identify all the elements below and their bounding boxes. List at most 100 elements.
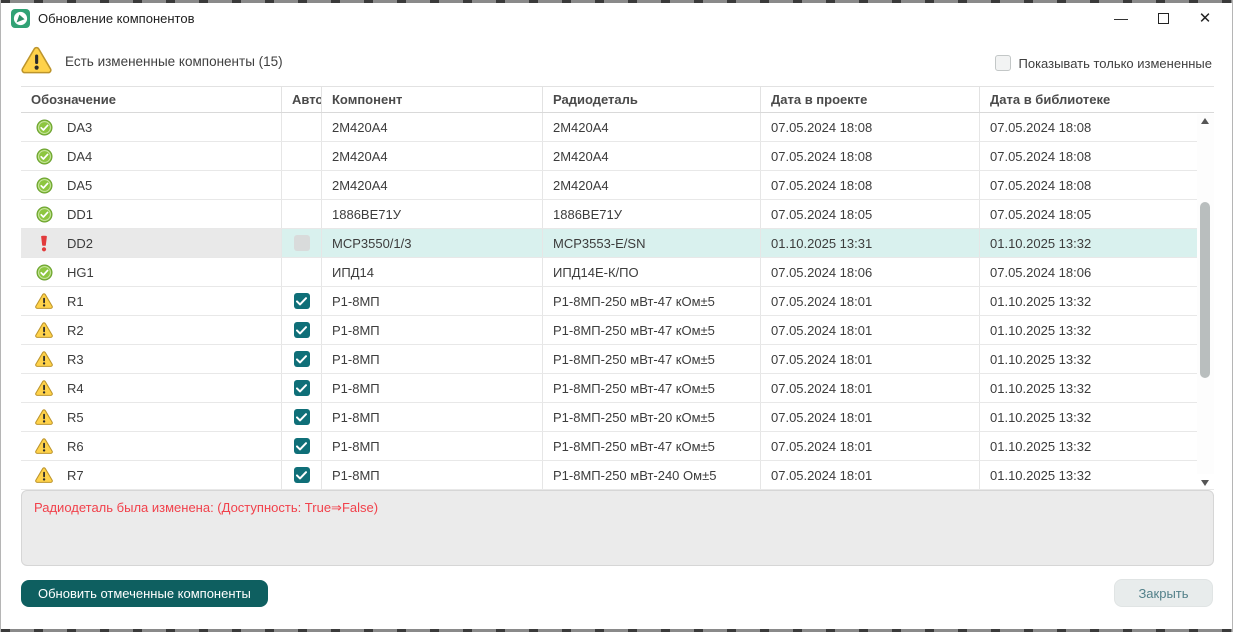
date-library-cell: 01.10.2025 13:32 <box>990 409 1092 425</box>
table-row[interactable]: R3 Р1-8МП Р1-8МП-250 мВт-47 кОм±5 07.05.202… <box>21 345 1214 374</box>
status-warning-icon <box>35 321 53 339</box>
change-details-panel: Радиодеталь была изменена: (Доступность:… <box>21 490 1214 566</box>
filter-label: Показывать только измененные <box>1018 55 1213 71</box>
col-part[interactable]: Радиодеталь <box>543 87 761 112</box>
designator-cell: DA4 <box>21 142 282 170</box>
designator-label: R1 <box>67 293 84 309</box>
date-library-cell: 01.10.2025 13:32 <box>990 293 1092 309</box>
table-row[interactable]: R7 Р1-8МП Р1-8МП-250 мВт-240 Ом±5 07.05.202… <box>21 461 1214 490</box>
close-button[interactable]: Закрыть <box>1114 579 1213 607</box>
table-row[interactable]: R2 Р1-8МП Р1-8МП-250 мВт-47 кОм±5 07.05.202… <box>21 316 1214 345</box>
date-library-cell: 01.10.2025 13:32 <box>980 229 1214 257</box>
update-selected-button[interactable]: Обновить отмеченные компоненты <box>21 580 268 607</box>
date-library-cell: 01.10.2025 13:32 <box>990 438 1092 454</box>
table-row[interactable]: R1 Р1-8МП Р1-8МП-250 мВт-47 кОм±5 07.05.202… <box>21 287 1214 316</box>
component-cell: 2M420A4 <box>322 142 543 170</box>
date-project-cell: 07.05.2024 18:01 <box>761 403 980 431</box>
changed-components-alert: Есть измененные компоненты (15) <box>21 46 283 77</box>
col-designator[interactable]: Обозначение <box>21 87 282 112</box>
auto-checkbox[interactable] <box>293 409 310 425</box>
date-project-cell: 01.10.2025 13:31 <box>761 229 980 257</box>
date-project-cell: 07.05.2024 18:01 <box>761 374 980 402</box>
change-message: Радиодеталь была изменена: (Доступность:… <box>34 500 379 515</box>
date-library-cell: 07.05.2024 18:08 <box>990 148 1092 164</box>
auto-checkbox[interactable] <box>293 322 310 338</box>
designator-label: DD1 <box>67 206 94 222</box>
table-row[interactable]: R5 Р1-8МП Р1-8МП-250 мВт-20 кОм±5 07.05.202… <box>21 403 1214 432</box>
minimize-icon[interactable]: — <box>1100 4 1142 32</box>
table-header: Обозначение Авто Компонент Радиодеталь Д… <box>21 87 1214 113</box>
col-date-project[interactable]: Дата в проекте <box>761 87 980 112</box>
table-row[interactable]: DD2 MCP3550/1/3 MCP3553-E/SN 01.10.2025 13:… <box>21 229 1214 258</box>
status-ok-icon <box>35 118 53 136</box>
designator-label: R7 <box>67 467 84 483</box>
table-row[interactable]: DA4 2M420A4 2M420A4 07.05.2024 18:08 07.05.2… <box>21 142 1214 171</box>
alert-text: Есть измененные компоненты (15) <box>65 54 283 69</box>
auto-cell <box>282 432 322 460</box>
scroll-down-icon[interactable] <box>1201 480 1209 486</box>
auto-checkbox[interactable] <box>293 467 310 483</box>
auto-checkbox[interactable] <box>293 351 310 367</box>
scrollbar-thumb[interactable] <box>1200 202 1210 378</box>
status-ok-icon <box>35 147 53 165</box>
col-date-library[interactable]: Дата в библиотеке <box>980 87 1214 112</box>
designator-cell: DA5 <box>21 171 282 199</box>
col-auto[interactable]: Авто <box>282 87 322 112</box>
table-row[interactable]: DD1 1886ВЕ71У 1886ВЕ71У 07.05.2024 18:05 07.… <box>21 200 1214 229</box>
show-only-changed-filter[interactable]: Показывать только измененные <box>994 55 1213 71</box>
auto-cell <box>282 461 322 489</box>
auto-cell <box>282 287 322 315</box>
designator-label: DA5 <box>67 177 93 193</box>
auto-cell <box>282 316 322 344</box>
designator-cell: DD2 <box>21 229 282 257</box>
status-warning-icon <box>35 437 53 455</box>
part-cell: Р1-8МП-250 мВт-47 кОм±5 <box>543 374 761 402</box>
col-component[interactable]: Компонент <box>322 87 543 112</box>
vertical-scrollbar[interactable] <box>1197 114 1214 486</box>
status-warning-icon <box>35 408 53 426</box>
auto-cell <box>282 142 322 170</box>
table-row[interactable]: R4 Р1-8МП Р1-8МП-250 мВт-47 кОм±5 07.05.202… <box>21 374 1214 403</box>
filter-checkbox[interactable] <box>994 55 1011 71</box>
close-icon[interactable]: ✕ <box>1184 4 1226 32</box>
title-bar: Обновление компонентов — ✕ <box>1 3 1232 33</box>
date-project-cell: 07.05.2024 18:06 <box>761 258 980 286</box>
date-project-cell: 07.05.2024 18:08 <box>761 171 980 199</box>
table-row[interactable]: DA5 2M420A4 2M420A4 07.05.2024 18:08 07.05.2… <box>21 171 1214 200</box>
designator-cell: HG1 <box>21 258 282 286</box>
auto-checkbox[interactable] <box>293 380 310 396</box>
designator-label: DA3 <box>67 119 93 135</box>
auto-cell <box>282 200 322 228</box>
table-row[interactable]: DA3 2M420A4 2M420A4 07.05.2024 18:08 07.05.2… <box>21 113 1214 142</box>
status-warning-icon <box>35 379 53 397</box>
date-library-cell: 01.10.2025 13:32 <box>990 467 1092 483</box>
table-row[interactable]: HG1 ИПД14 ИПД14Е-К/ПО 07.05.2024 18:06 07.05… <box>21 258 1214 287</box>
component-cell: Р1-8МП <box>322 432 543 460</box>
status-warning-icon <box>35 292 53 310</box>
auto-cell <box>282 113 322 141</box>
part-cell: MCP3553-E/SN <box>543 229 761 257</box>
auto-checkbox[interactable] <box>293 293 310 309</box>
date-library-cell: 07.05.2024 18:06 <box>990 264 1092 280</box>
component-cell: Р1-8МП <box>322 374 543 402</box>
component-cell: Р1-8МП <box>322 316 543 344</box>
maximize-icon[interactable] <box>1142 4 1184 32</box>
auto-checkbox[interactable] <box>293 438 310 454</box>
designator-cell: R6 <box>21 432 282 460</box>
component-cell: 2M420A4 <box>322 171 543 199</box>
auto-cell <box>282 229 322 257</box>
auto-cell <box>282 171 322 199</box>
designator-cell: R7 <box>21 461 282 489</box>
component-cell: 1886ВЕ71У <box>322 200 543 228</box>
designator-label: R3 <box>67 351 84 367</box>
auto-cell <box>282 345 322 373</box>
part-cell: Р1-8МП-250 мВт-20 кОм±5 <box>543 403 761 431</box>
designator-cell: R1 <box>21 287 282 315</box>
scroll-up-icon[interactable] <box>1201 118 1209 124</box>
status-ok-icon <box>35 205 53 223</box>
table-body: DA3 2M420A4 2M420A4 07.05.2024 18:08 07.05.2… <box>21 113 1214 490</box>
date-library-cell: 01.10.2025 13:32 <box>990 351 1092 367</box>
component-cell: Р1-8МП <box>322 287 543 315</box>
table-row[interactable]: R6 Р1-8МП Р1-8МП-250 мВт-47 кОм±5 07.05.202… <box>21 432 1214 461</box>
window-title: Обновление компонентов <box>38 10 195 26</box>
